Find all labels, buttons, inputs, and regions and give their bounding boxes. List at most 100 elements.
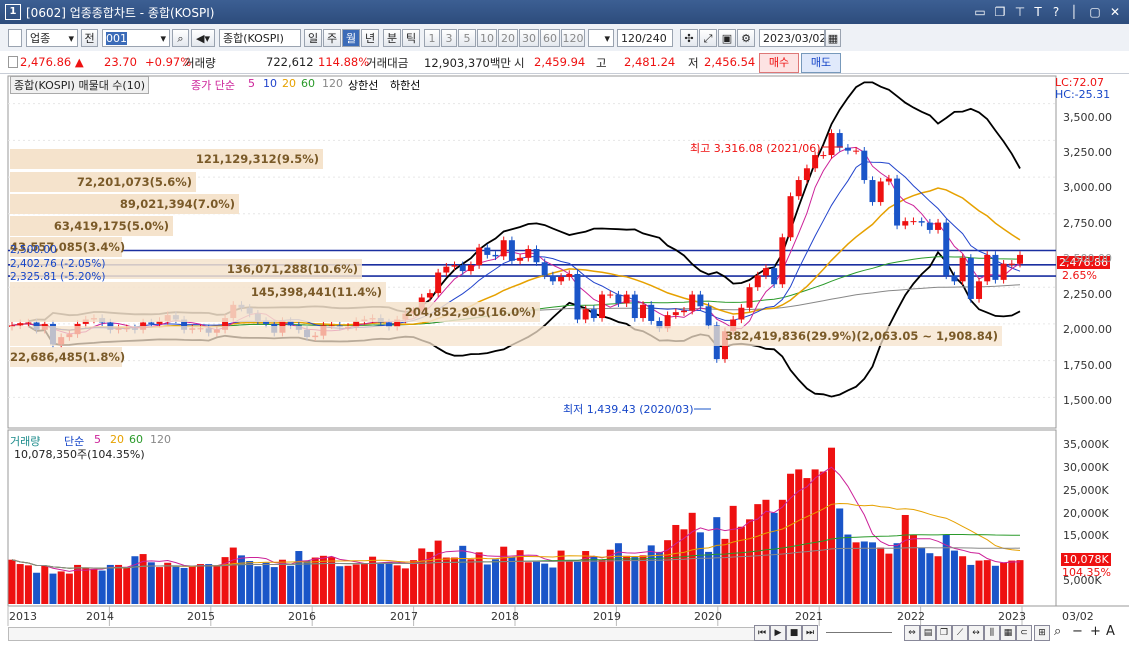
volume-bar: [385, 562, 393, 604]
period-day[interactable]: 일: [304, 29, 322, 47]
x-tick-label: 2016: [288, 610, 316, 623]
count-field[interactable]: 120/240: [617, 29, 673, 47]
magnet-icon[interactable]: ⊂: [1016, 625, 1032, 641]
chart-type-icon[interactable]: ⫼: [984, 625, 1000, 641]
candle-body: [508, 240, 515, 261]
volume-bar: [278, 559, 286, 604]
volume-bar: [606, 549, 614, 604]
play-icon[interactable]: ▶: [770, 625, 786, 641]
buy-button[interactable]: 매수: [759, 53, 799, 73]
date-input[interactable]: 2023/03/02: [759, 29, 825, 47]
candle-body: [566, 273, 573, 277]
volume-bar: [844, 534, 852, 604]
crosshair-icon[interactable]: ✣: [680, 29, 698, 47]
main-legend-title[interactable]: 종합(KOSPI) 매물대 수(10): [10, 76, 150, 94]
interval-5[interactable]: 5: [458, 29, 476, 47]
horizontal-scrollbar[interactable]: [8, 627, 755, 641]
interval-60[interactable]: 60: [540, 29, 560, 47]
period-tick[interactable]: 틱: [402, 29, 420, 47]
save-icon[interactable]: ▣: [718, 29, 736, 47]
sound-icon[interactable]: ◀▾: [191, 29, 215, 47]
volume-profile-bar: 382,419,836(29.9%)(2,063.05 ~ 1,908.84): [10, 326, 1002, 346]
text-size-icon[interactable]: A: [1106, 624, 1115, 639]
draw-line-icon[interactable]: ⤢: [699, 29, 717, 47]
checkbox-icon[interactable]: [8, 29, 22, 47]
copy-icon[interactable]: ❐: [936, 625, 952, 641]
volume-bar: [49, 573, 57, 604]
period-week[interactable]: 주: [323, 29, 341, 47]
candle-body: [148, 322, 155, 324]
interval-1[interactable]: 1: [424, 29, 440, 47]
volume-bar: [483, 564, 491, 604]
candle-body: [918, 221, 925, 223]
chart-area[interactable]: 종합(KOSPI) 매물대 수(10) 종가 단순 5 10 20 60 120…: [0, 74, 1129, 652]
scroll-left-end-icon[interactable]: ⏮: [754, 625, 770, 641]
candle-body: [795, 180, 802, 197]
close-icon[interactable]: ✕: [1107, 4, 1123, 20]
minimize-icon[interactable]: ▭: [972, 4, 988, 20]
interval-dropdown[interactable]: ▾: [588, 29, 614, 47]
move-icon[interactable]: ↔: [968, 625, 984, 641]
volume-bar: [451, 557, 459, 604]
font-icon[interactable]: T: [1030, 4, 1046, 20]
restore-icon[interactable]: ❐: [992, 4, 1008, 20]
layout-icon[interactable]: ▤: [920, 625, 936, 641]
volume-bar: [508, 557, 516, 604]
lower-band-label: 하한선: [390, 79, 421, 92]
interval-120[interactable]: 120: [561, 29, 585, 47]
prev-button[interactable]: 전: [81, 29, 98, 47]
volume-bar: [254, 566, 262, 604]
pin-icon[interactable]: ⊤: [1012, 4, 1028, 20]
period-minute[interactable]: 분: [383, 29, 401, 47]
candle-body: [558, 276, 565, 282]
line-tool-icon[interactable]: ⟋: [952, 625, 968, 641]
grid-icon[interactable]: ▦: [1000, 625, 1016, 641]
volume-bar: [57, 571, 65, 604]
fit-icon[interactable]: ⇔: [904, 625, 920, 641]
maximize-icon[interactable]: ▢: [1087, 4, 1103, 20]
volume-profile-bar: 22,686,485(1.8%): [10, 347, 125, 367]
chevron-down-icon: ▾: [160, 32, 166, 45]
candle-body: [623, 294, 630, 304]
period-year[interactable]: 년: [361, 29, 379, 47]
candle-body: [459, 265, 466, 272]
market-select[interactable]: 업종 ▾: [26, 29, 78, 47]
candle-body: [640, 304, 647, 319]
volume-bar: [500, 546, 508, 604]
interval-20[interactable]: 20: [498, 29, 518, 47]
volume-bar: [205, 564, 213, 604]
candle-body: [844, 147, 851, 151]
period-month[interactable]: 월: [342, 29, 360, 47]
interval-10[interactable]: 10: [477, 29, 497, 47]
search-icon[interactable]: ⌕: [172, 29, 189, 47]
candle-body: [697, 294, 704, 307]
checkbox-icon[interactable]: [8, 56, 18, 68]
volume-bar: [803, 478, 811, 604]
sell-button[interactable]: 매도: [801, 53, 841, 73]
candle-body: [812, 155, 819, 169]
candle-body: [1017, 254, 1023, 264]
volume-bar: [918, 547, 926, 604]
table-icon[interactable]: ⊞: [1034, 625, 1050, 641]
volume-bar: [319, 555, 327, 604]
code-input[interactable]: 001 ▾: [102, 29, 170, 47]
interval-30[interactable]: 30: [519, 29, 539, 47]
volume-profile-bar: 72,201,073(5.6%): [10, 172, 196, 192]
zoom-in-icon[interactable]: +: [1090, 624, 1101, 639]
candle-body: [607, 294, 614, 296]
low-value: 2,456.54: [704, 55, 756, 69]
candle-body: [951, 275, 958, 282]
stop-icon[interactable]: ■: [786, 625, 802, 641]
calendar-icon[interactable]: ▦: [825, 29, 841, 47]
y-tick-label: 2,750.00: [1063, 217, 1112, 230]
volume-bar: [836, 508, 844, 604]
gear-icon[interactable]: ⚙: [737, 29, 755, 47]
interval-3[interactable]: 3: [441, 29, 457, 47]
x-tick-label: 2017: [390, 610, 418, 623]
help-icon[interactable]: ?: [1048, 4, 1064, 20]
zoom-search-icon[interactable]: ⌕: [1054, 624, 1061, 639]
volume-bar: [188, 566, 196, 604]
zoom-out-icon[interactable]: −: [1072, 624, 1083, 639]
scroll-right-end-icon[interactable]: ⏭: [802, 625, 818, 641]
zoom-slider[interactable]: [826, 632, 892, 633]
